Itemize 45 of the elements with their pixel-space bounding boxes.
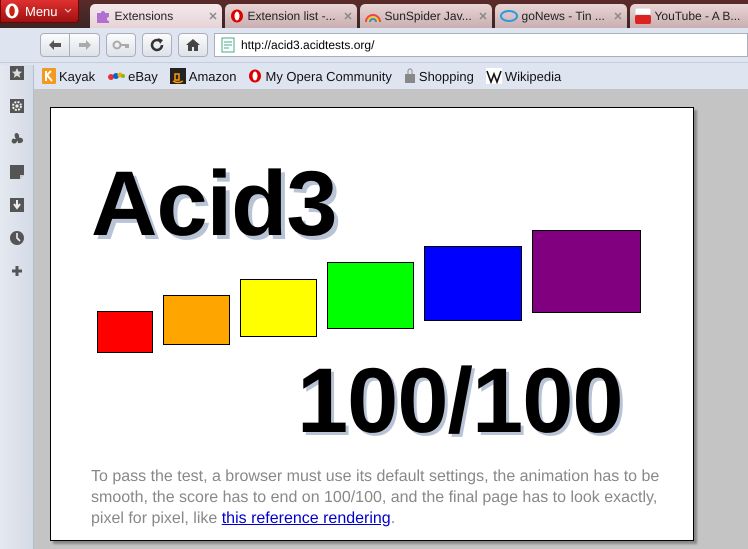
bookmark-link[interactable]: Wikipedia [486, 68, 562, 84]
left-arrow-icon [48, 39, 62, 51]
browser-tab[interactable]: YouTube - A B... [630, 4, 748, 28]
letter-k-icon [42, 68, 56, 84]
bookmark-link[interactable]: Shopping [404, 68, 474, 84]
home-button[interactable] [178, 33, 208, 57]
close-icon [208, 12, 217, 20]
star-icon[interactable] [8, 65, 24, 81]
download-icon[interactable] [8, 197, 24, 213]
home-icon [185, 38, 201, 52]
browser-tab[interactable]: Extensions [90, 4, 222, 28]
note-icon[interactable] [8, 164, 24, 180]
opera-logo-icon [230, 9, 244, 23]
close-icon [344, 12, 352, 20]
address-field[interactable]: http://acid3.acidtests.org/ [241, 38, 741, 52]
close-icon [614, 12, 622, 20]
browser-tab[interactable]: SunSpider Jav... [360, 4, 492, 28]
reload-icon [149, 37, 165, 53]
menu-button[interactable]: Menu [0, 0, 79, 23]
page-icon [221, 37, 235, 53]
caret-icon [64, 8, 72, 14]
reference-link[interactable]: this reference rendering [222, 510, 391, 527]
bookmark-link[interactable]: Amazon [170, 68, 236, 84]
page-title: Acid3 [91, 158, 338, 250]
bookmark-link[interactable]: Kayak [42, 68, 96, 84]
browser-tab[interactable]: goNews - Tin ... [494, 4, 627, 28]
settings-icon[interactable] [8, 98, 24, 114]
description-text: To pass the test, a browser must use its default settings, the animation has to be smooth, the score has to end on 100/100, and the final page has to look exactly, pixel for pixel, like this reference rendering. [91, 467, 660, 529]
bookmark-link[interactable]: eBay [107, 68, 158, 84]
browser-tab[interactable]: Extension list -... [224, 4, 357, 28]
opera-logo-icon [248, 69, 262, 83]
bookmark-link[interactable]: My Opera Community [248, 68, 392, 84]
key-icon [112, 40, 130, 50]
reload-button[interactable] [142, 33, 172, 57]
clock-icon[interactable] [8, 230, 24, 246]
right-arrow-icon [78, 39, 92, 51]
opera-logo-icon [5, 3, 19, 19]
shopping-bag-icon [404, 68, 416, 84]
puzzle-icon [94, 8, 111, 24]
close-icon [478, 12, 487, 20]
back-button[interactable] [40, 33, 70, 57]
cloud-icon [500, 9, 518, 23]
test-score: 100/100 [297, 355, 623, 447]
letter-w-icon [486, 68, 502, 84]
address-bar[interactable]: http://acid3.acidtests.org/ [214, 33, 748, 57]
